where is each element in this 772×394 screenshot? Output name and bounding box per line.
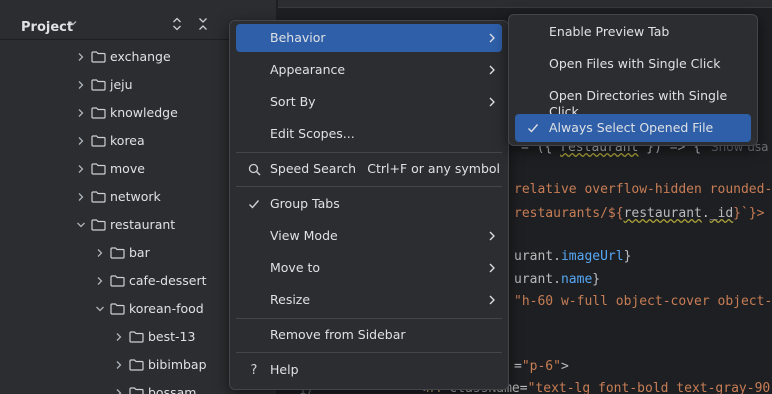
folder-icon [91, 219, 106, 231]
tree-item-label: bibimbap [148, 357, 207, 372]
folder-icon [129, 387, 144, 394]
chevron-right-icon[interactable] [76, 164, 86, 174]
chevron-down-icon[interactable] [76, 220, 86, 230]
chevron-right-icon[interactable] [76, 80, 86, 90]
editor-tab-bar [278, 0, 772, 8]
chevron-right-icon[interactable] [114, 388, 124, 394]
chevron-right-icon[interactable] [76, 52, 86, 62]
tree-item-label: cafe-dessert [129, 273, 207, 288]
menu-item-speed-search[interactable]: Speed Search Ctrl+F or any symbol [236, 155, 502, 183]
chevron-right-icon[interactable] [76, 108, 86, 118]
expand-all-icon[interactable] [169, 16, 185, 32]
chevron-right-icon[interactable] [114, 332, 124, 342]
checkmark-icon [525, 120, 541, 136]
menu-separator [236, 186, 502, 187]
menu-separator [236, 352, 502, 353]
folder-icon [129, 359, 144, 371]
chevron-down-icon[interactable] [68, 18, 78, 31]
chevron-right-icon [489, 65, 495, 75]
folder-icon [91, 79, 106, 91]
chevron-right-icon[interactable] [95, 248, 105, 258]
search-icon [246, 161, 262, 177]
menu-separator [236, 152, 502, 153]
folder-icon [110, 275, 125, 287]
project-panel-title[interactable]: Project [21, 20, 73, 36]
chevron-right-icon[interactable] [76, 136, 86, 146]
menu-item-enable-preview-tab[interactable]: Enable Preview Tab [515, 18, 751, 46]
folder-icon [110, 247, 125, 259]
menu-item-help[interactable]: ? Help [236, 356, 502, 384]
menu-item-appearance[interactable]: Appearance [236, 56, 502, 84]
chevron-right-icon [489, 33, 495, 43]
chevron-right-icon [489, 97, 495, 107]
chevron-right-icon[interactable] [95, 276, 105, 286]
code-line: relative overflow-hidden rounded- [514, 182, 772, 197]
folder-icon [91, 163, 106, 175]
menu-item-move-to[interactable]: Move to [236, 254, 502, 282]
folder-icon [91, 135, 106, 147]
tree-item-label: knowledge [110, 105, 178, 120]
menu-item-group-tabs[interactable]: Group Tabs [236, 190, 502, 218]
chevron-right-icon [489, 295, 495, 305]
menu-separator [236, 318, 502, 319]
folder-icon [91, 107, 106, 119]
menu-item-open-files-single-click[interactable]: Open Files with Single Click [515, 50, 751, 78]
menu-item-edit-scopes[interactable]: Edit Scopes... [236, 120, 502, 148]
menu-item-open-directories-single-click[interactable]: Open Directories with Single Click [515, 82, 751, 119]
menu-item-resize[interactable]: Resize [236, 286, 502, 314]
folder-icon [129, 331, 144, 343]
code-line: restaurants/${restaurant._id}`}> [514, 206, 765, 221]
project-options-menu: Behavior Appearance Sort By Edit Scopes.… [229, 20, 509, 390]
menu-item-sort-by[interactable]: Sort By [236, 88, 502, 116]
code-line: ="p-6"> [514, 359, 569, 374]
chevron-right-icon [489, 263, 495, 273]
shortcut-label: Ctrl+F or any symbol [367, 161, 500, 176]
folder-icon [91, 191, 106, 203]
tree-item-label: restaurant [110, 217, 176, 232]
menu-item-view-mode[interactable]: View Mode [236, 222, 502, 250]
tree-item-label: korean-food [129, 301, 204, 316]
tree-item-label: korea [110, 133, 145, 148]
collapse-all-icon[interactable] [195, 16, 211, 32]
tree-item-label: best-13 [148, 329, 196, 344]
code-line: "h-60 w-full object-cover object- [514, 294, 772, 309]
folder-icon [91, 51, 106, 63]
tree-item-label: jeju [110, 77, 133, 92]
chevron-right-icon[interactable] [76, 192, 86, 202]
code-line: urant.name} [514, 272, 601, 287]
tree-item-label: bar [129, 245, 150, 260]
behavior-submenu: Enable Preview Tab Open Files with Singl… [508, 14, 758, 146]
menu-item-remove-from-sidebar[interactable]: Remove from Sidebar [236, 321, 502, 349]
folder-icon [110, 303, 125, 315]
checkmark-icon [246, 196, 262, 212]
help-icon: ? [250, 362, 258, 378]
tree-item-label: move [110, 161, 145, 176]
menu-item-behavior[interactable]: Behavior [236, 24, 502, 52]
code-line: urant.imageUrl} [514, 249, 632, 264]
menu-item-always-select-opened-file[interactable]: Always Select Opened File [515, 114, 751, 142]
chevron-right-icon[interactable] [114, 360, 124, 370]
tree-item-label: exchange [110, 49, 171, 64]
tree-item-label: bossam [148, 385, 197, 394]
chevron-down-icon[interactable] [95, 304, 105, 314]
tree-item-label: network [110, 189, 161, 204]
chevron-right-icon [489, 231, 495, 241]
